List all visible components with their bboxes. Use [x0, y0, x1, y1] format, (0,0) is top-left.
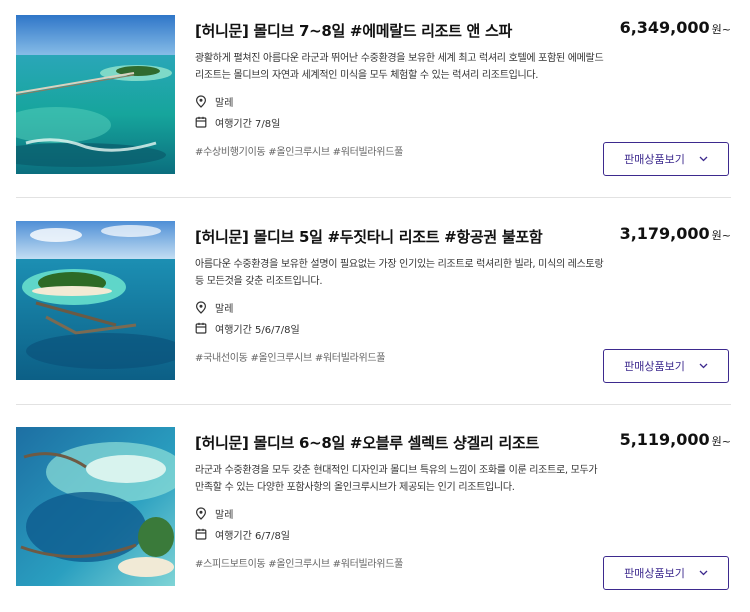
price-value: 5,119,000: [619, 430, 710, 449]
map-pin-icon: [195, 300, 211, 314]
product-price: 5,119,000 원~: [620, 430, 731, 449]
product-list: [허니문] 몰디브 7~8일 #에메랄드 리조트 앤 스파 광활하게 펼쳐진 아…: [0, 0, 750, 609]
location-text: 말레: [215, 509, 234, 521]
calendar-icon: [195, 322, 211, 334]
duration-text: 여행기간 5/6/7/8일: [215, 324, 300, 336]
price-unit: 원~: [711, 435, 731, 448]
product-price: 6,349,000 원~: [620, 18, 731, 37]
product-tags: #스피드보트이동 #올인크루시브 #워터빌라위드풀: [195, 559, 403, 570]
product-tags: #국내선이동 #올인크루시브 #워터빌라위드풀: [195, 353, 386, 364]
resort-photo[interactable]: [16, 221, 175, 380]
product-card: [허니문] 몰디브 6~8일 #오블루 셀렉트 샹겔리 리조트 라군과 수중환경…: [0, 412, 750, 612]
product-description: 라군과 수중환경을 모두 갖춘 현대적인 디자인과 몰디브 특유의 느낌이 조화…: [195, 465, 598, 493]
product-description: 아름다운 수중환경을 보유한 설명이 필요없는 가장 인기있는 리조트로 럭셔리…: [195, 259, 604, 287]
product-tags: #수상비행기이동 #올인크루시브 #워터빌라위드풀: [195, 147, 403, 158]
view-products-label: 판매상품보기: [624, 153, 685, 166]
map-pin-icon: [195, 506, 211, 520]
calendar-icon: [195, 528, 211, 540]
product-title[interactable]: [허니문] 몰디브 7~8일 #에메랄드 리조트 앤 스파: [195, 20, 605, 41]
location-text: 말레: [215, 303, 234, 315]
product-description: 광활하게 펼쳐진 아름다운 라군과 뛰어난 수중환경을 보유한 세계 최고 럭셔…: [195, 53, 604, 81]
calendar-icon: [195, 116, 211, 128]
price-value: 3,179,000: [619, 224, 710, 243]
duration-row: 여행기간 5/6/7/8일: [195, 319, 605, 337]
duration-row: 여행기간 7/8일: [195, 113, 605, 131]
view-products-label: 판매상품보기: [624, 567, 685, 580]
location-row: 말레: [195, 92, 605, 110]
product-title[interactable]: [허니문] 몰디브 5일 #두짓타니 리조트 #항공권 불포함: [195, 226, 605, 247]
product-card: [허니문] 몰디브 5일 #두짓타니 리조트 #항공권 불포함 아름다운 수중환…: [0, 206, 750, 406]
map-pin-icon: [195, 94, 211, 108]
view-products-button[interactable]: 판매상품보기: [603, 142, 729, 176]
location-row: 말레: [195, 298, 605, 316]
duration-text: 여행기간 7/8일: [215, 118, 281, 130]
location-text: 말레: [215, 97, 234, 109]
resort-photo[interactable]: [16, 427, 175, 586]
view-products-button[interactable]: 판매상품보기: [603, 349, 729, 383]
divider: [16, 404, 731, 405]
duration-text: 여행기간 6/7/8일: [215, 530, 291, 542]
chevron-down-icon: [699, 156, 708, 162]
duration-row: 여행기간 6/7/8일: [195, 525, 605, 543]
product-title[interactable]: [허니문] 몰디브 6~8일 #오블루 셀렉트 샹겔리 리조트: [195, 432, 605, 453]
location-row: 말레: [195, 504, 605, 522]
product-card: [허니문] 몰디브 7~8일 #에메랄드 리조트 앤 스파 광활하게 펼쳐진 아…: [0, 0, 750, 200]
price-value: 6,349,000: [619, 18, 710, 37]
view-products-label: 판매상품보기: [624, 360, 685, 373]
divider: [16, 197, 731, 198]
resort-photo[interactable]: [16, 15, 175, 174]
chevron-down-icon: [699, 363, 708, 369]
price-unit: 원~: [711, 23, 731, 36]
price-unit: 원~: [711, 229, 731, 242]
product-price: 3,179,000 원~: [620, 224, 731, 243]
chevron-down-icon: [699, 570, 708, 576]
view-products-button[interactable]: 판매상품보기: [603, 556, 729, 590]
